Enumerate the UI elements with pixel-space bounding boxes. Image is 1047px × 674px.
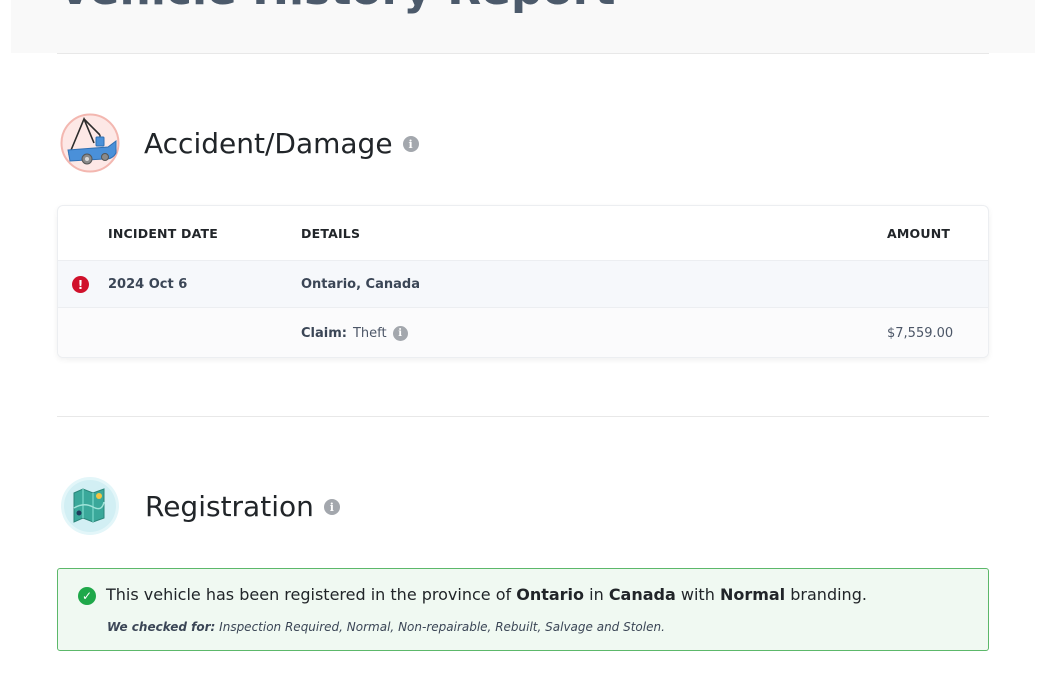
map-icon — [60, 476, 120, 536]
divider — [57, 53, 989, 54]
info-icon[interactable]: i — [323, 499, 340, 515]
claim-label: Claim: — [301, 325, 347, 341]
divider — [57, 416, 989, 417]
registration-country: Canada — [608, 585, 676, 604]
checked-for-note: We checked for: Inspection Required, Nor… — [107, 620, 665, 634]
registration-status-box: ✓ This vehicle has been registered in th… — [57, 568, 989, 651]
claim-amount: $7,559.00 — [887, 325, 954, 341]
info-icon[interactable]: i — [402, 136, 419, 152]
registration-branding: Normal — [719, 585, 786, 604]
accident-table: INCIDENT DATE DETAILS AMOUNT ! 2024 Oct … — [57, 205, 989, 358]
info-icon[interactable]: i — [392, 325, 408, 341]
claim-details: Claim: Theft i — [301, 308, 408, 357]
registration-section-title: Registration i — [145, 493, 340, 521]
registration-province: Ontario — [516, 585, 585, 604]
column-header-incident-date: INCIDENT DATE — [108, 225, 218, 241]
table-row: ! 2024 Oct 6 Ontario, Canada — [58, 260, 988, 308]
message-in: in — [589, 585, 604, 604]
accident-section-title: Accident/Damage i — [144, 130, 419, 158]
report-header: Vehicle History Report — [11, 0, 1035, 53]
registration-title-text: Registration — [145, 490, 314, 523]
column-header-amount: AMOUNT — [887, 225, 951, 241]
column-header-details: DETAILS — [301, 225, 361, 241]
message-suffix: branding. — [790, 585, 867, 604]
table-row: Claim: Theft i $7,559.00 — [58, 307, 988, 357]
tow-truck-icon — [60, 113, 120, 173]
incident-date: 2024 Oct 6 — [108, 277, 188, 292]
claim-type: Theft — [352, 325, 387, 341]
check-circle-icon: ✓ — [78, 587, 96, 605]
page-title: Vehicle History Report — [58, 0, 615, 15]
message-prefix: This vehicle has been registered in the … — [106, 585, 512, 604]
checked-for-label: We checked for: — [107, 620, 216, 634]
alert-icon: ! — [72, 276, 89, 293]
checked-for-list: Inspection Required, Normal, Non-repaira… — [219, 620, 665, 634]
accident-title-text: Accident/Damage — [144, 127, 393, 160]
message-with: with — [680, 585, 715, 604]
incident-location: Ontario, Canada — [301, 277, 420, 292]
registration-message: This vehicle has been registered in the … — [106, 585, 867, 604]
table-header-row: INCIDENT DATE DETAILS AMOUNT — [58, 206, 988, 260]
